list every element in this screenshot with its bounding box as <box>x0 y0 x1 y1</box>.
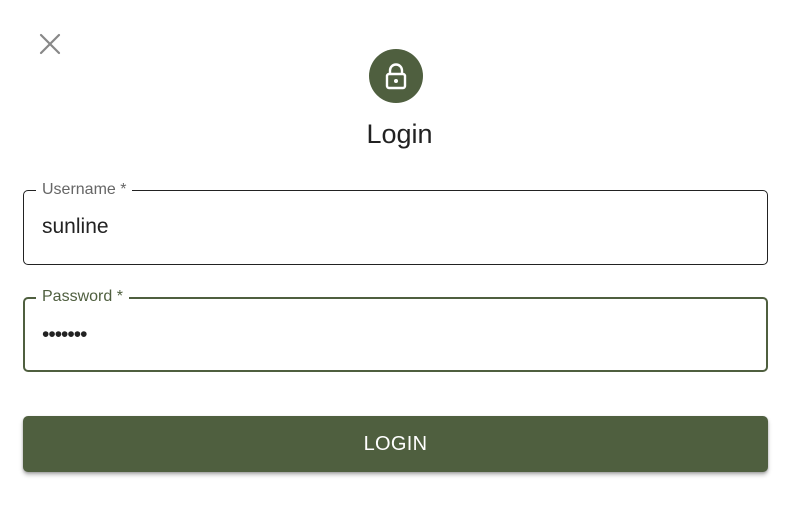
username-label: Username * <box>36 181 133 199</box>
close-button[interactable] <box>34 28 66 60</box>
page-title: Login <box>366 119 433 149</box>
username-input[interactable] <box>42 213 749 241</box>
login-dialog: Login Username * Password * LOGIN <box>0 0 799 511</box>
password-label: Password * <box>36 288 129 306</box>
password-field[interactable]: Password * <box>23 288 768 372</box>
avatar <box>369 49 423 103</box>
close-icon <box>39 33 61 55</box>
login-button[interactable]: LOGIN <box>23 416 768 472</box>
username-field[interactable]: Username * <box>23 181 768 265</box>
lock-icon <box>385 63 407 90</box>
password-input[interactable] <box>42 321 748 349</box>
